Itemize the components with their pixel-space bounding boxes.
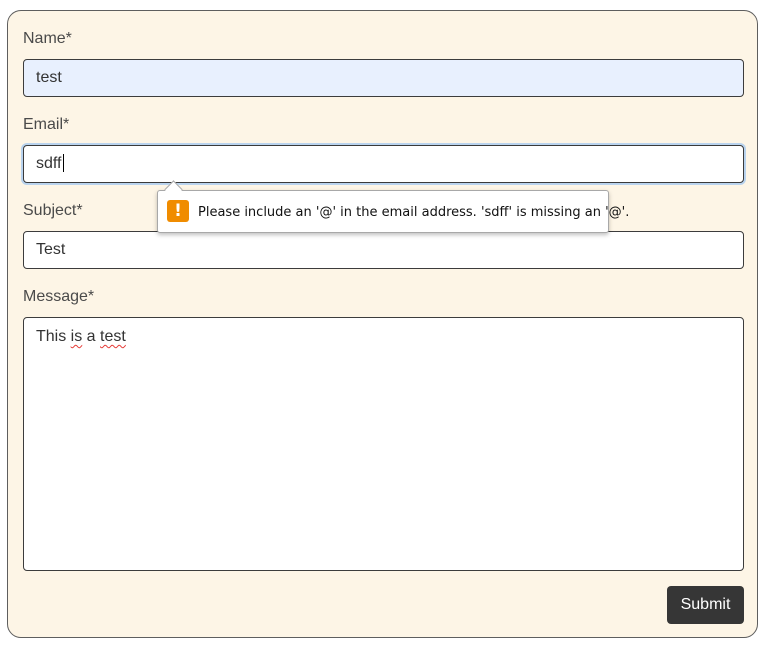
misspelled-word: is [70,328,83,345]
name-label: Name* [23,30,72,47]
message-label: Message* [23,288,95,305]
subject-label: Subject* [23,202,83,219]
misspelled-word: test [100,328,126,345]
validation-tooltip: ! Please include an '@' in the email add… [157,190,629,233]
name-input[interactable]: test [23,59,744,97]
contact-form: Name* test Email* sdff Subject* Test Mes… [7,10,758,638]
message-textarea[interactable]: This is a test [23,317,744,571]
name-input-value: test [36,69,62,86]
email-input-value: sdff [36,155,62,172]
subject-input[interactable]: Test [23,231,744,269]
validation-message: Please include an '@' in the email addre… [198,205,630,220]
message-word: a [82,328,101,345]
warning-icon: ! [167,200,189,222]
email-input[interactable]: sdff [23,145,744,183]
subject-input-value: Test [36,241,66,258]
message-word: This [36,328,71,345]
email-label: Email* [23,116,70,133]
text-caret [62,153,64,172]
submit-button[interactable]: Submit [667,586,744,624]
